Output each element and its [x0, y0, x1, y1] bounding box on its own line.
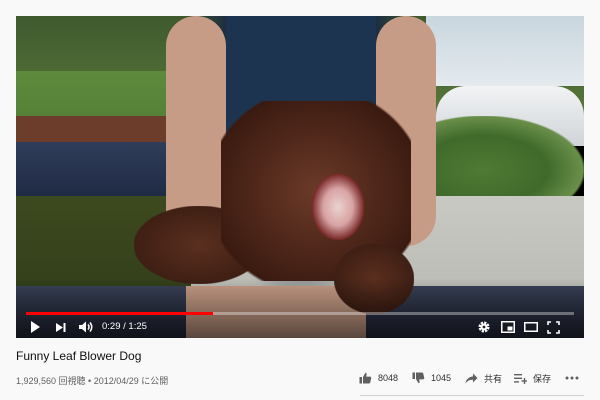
progress-bar-played	[26, 312, 213, 315]
share-icon	[465, 373, 478, 384]
like-button[interactable]: 8048	[359, 370, 398, 386]
video-frame-bushes	[416, 116, 584, 206]
miniplayer-button[interactable]	[501, 319, 515, 335]
video-frame-dog-mouth	[312, 174, 364, 240]
save-label: 保存	[533, 373, 552, 384]
more-actions-button[interactable]	[565, 370, 579, 386]
fullscreen-icon	[547, 320, 560, 334]
volume-icon	[78, 320, 94, 334]
dislike-count: 1045	[431, 373, 452, 383]
settings-button[interactable]	[477, 319, 491, 335]
theater-icon	[524, 322, 538, 332]
video-player[interactable]: 0:29 / 1:25	[16, 16, 584, 338]
play-icon	[28, 320, 42, 334]
view-count: 1,929,560 回視聴	[16, 376, 86, 386]
gear-icon	[477, 320, 491, 334]
miniplayer-icon	[501, 321, 515, 333]
progress-bar[interactable]	[26, 312, 574, 315]
next-button[interactable]	[54, 319, 67, 335]
video-title: Funny Leaf Blower Dog	[16, 349, 142, 363]
share-label: 共有	[484, 373, 503, 384]
time-display: 0:29 / 1:25	[102, 319, 147, 335]
next-icon	[54, 321, 67, 334]
play-button[interactable]	[28, 319, 42, 335]
fullscreen-button[interactable]	[547, 319, 560, 335]
dislike-button[interactable]: 1045	[412, 370, 451, 386]
share-button[interactable]: 共有	[465, 370, 502, 386]
meta-separator: •	[85, 376, 94, 386]
current-time: 0:29	[102, 321, 121, 332]
more-icon	[565, 376, 579, 380]
actions-divider	[360, 395, 584, 396]
video-meta: 1,929,560 回視聴 • 2012/04/29 に公開	[16, 374, 168, 387]
time-separator: /	[120, 321, 129, 332]
save-playlist-icon	[514, 373, 527, 384]
duration: 1:25	[128, 321, 147, 332]
thumbs-up-icon	[359, 372, 372, 384]
thumbs-down-icon	[412, 372, 425, 384]
theater-mode-button[interactable]	[524, 319, 538, 335]
video-frame-sky	[426, 16, 584, 86]
save-button[interactable]: 保存	[514, 370, 551, 386]
publish-date: 2012/04/29 に公開	[93, 376, 169, 386]
volume-button[interactable]	[78, 319, 94, 335]
like-count: 8048	[378, 373, 399, 383]
